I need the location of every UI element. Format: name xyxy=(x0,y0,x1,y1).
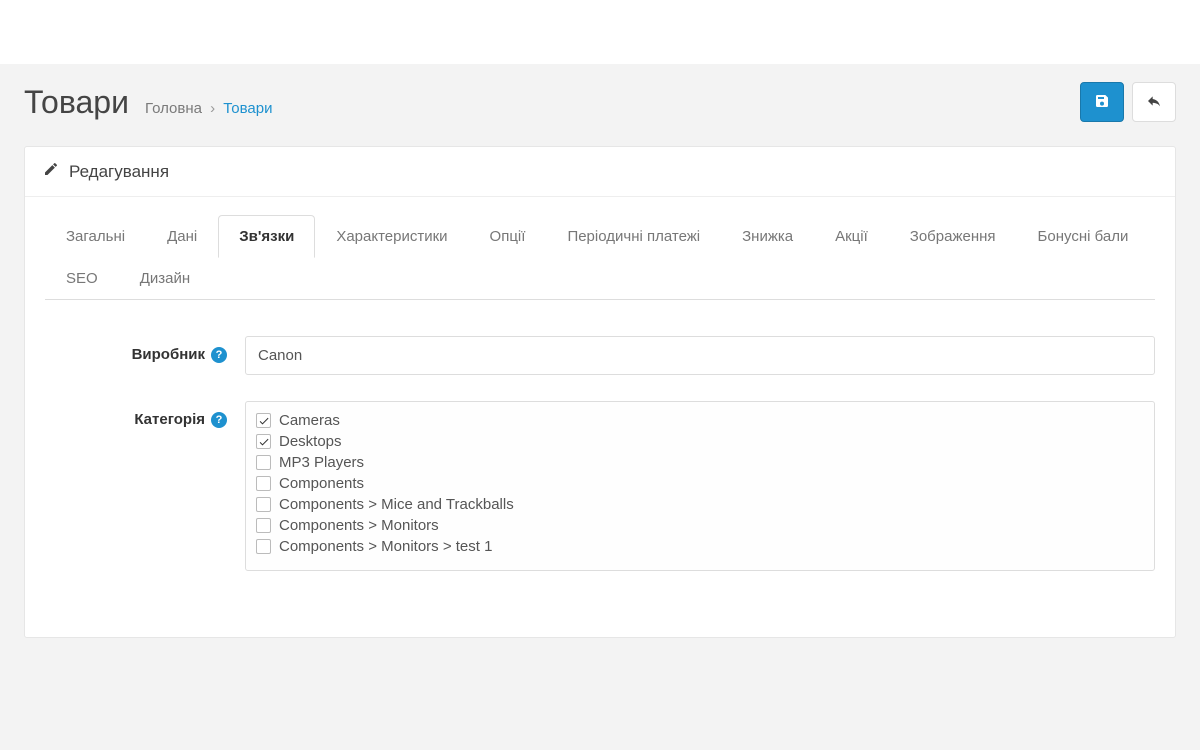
tab-6[interactable]: Знижка xyxy=(721,215,814,258)
manufacturer-label: Виробник ? xyxy=(45,336,245,363)
category-item[interactable]: MP3 Players xyxy=(256,452,1144,473)
checkbox-icon[interactable] xyxy=(256,413,271,428)
tab-0[interactable]: Загальні xyxy=(45,215,146,258)
tab-8[interactable]: Зображення xyxy=(889,215,1017,258)
checkbox-icon[interactable] xyxy=(256,455,271,470)
category-item[interactable]: Components > Monitors > test 1 xyxy=(256,536,1144,557)
category-item-label: Desktops xyxy=(279,433,342,450)
edit-panel: Редагування ЗагальніДаніЗв'язкиХарактери… xyxy=(24,146,1176,638)
help-icon[interactable]: ? xyxy=(211,347,227,363)
manufacturer-row: Виробник ? xyxy=(45,336,1155,375)
category-control: Cameras Desktops MP3 Players Components Comp… xyxy=(245,401,1155,571)
manufacturer-control xyxy=(245,336,1155,375)
breadcrumb-current[interactable]: Товари xyxy=(223,100,272,117)
panel-body: ЗагальніДаніЗв'язкиХарактеристикиОпціїПе… xyxy=(25,197,1175,637)
reply-arrow-icon xyxy=(1146,93,1162,112)
tab-5[interactable]: Періодичні платежі xyxy=(546,215,721,258)
top-spacer xyxy=(0,0,1200,64)
category-item-label: Cameras xyxy=(279,412,340,429)
manufacturer-label-text: Виробник xyxy=(132,346,205,363)
save-button[interactable] xyxy=(1080,82,1124,122)
category-list[interactable]: Cameras Desktops MP3 Players Components Comp… xyxy=(245,401,1155,571)
breadcrumb-separator: › xyxy=(210,100,215,117)
tab-9[interactable]: Бонусні бали xyxy=(1017,215,1150,258)
category-row: Категорія ? Cameras Desktops MP3 Players Co… xyxy=(45,401,1155,571)
category-label: Категорія ? xyxy=(45,401,245,428)
category-item[interactable]: Components > Monitors xyxy=(256,515,1144,536)
category-item-label: Components > Monitors xyxy=(279,517,439,534)
tab-1[interactable]: Дані xyxy=(146,215,218,258)
page-title: Товари xyxy=(24,84,129,121)
checkbox-icon[interactable] xyxy=(256,434,271,449)
tab-11[interactable]: Дизайн xyxy=(119,257,211,300)
back-button[interactable] xyxy=(1132,82,1176,122)
category-item-label: Components > Mice and Trackballs xyxy=(279,496,514,513)
header-actions xyxy=(1080,82,1176,122)
pencil-icon xyxy=(43,161,59,182)
help-icon[interactable]: ? xyxy=(211,412,227,428)
category-item-label: Components > Monitors > test 1 xyxy=(279,538,492,555)
tab-3[interactable]: Характеристики xyxy=(315,215,468,258)
breadcrumb: Головна › Товари xyxy=(145,100,273,117)
tabs: ЗагальніДаніЗв'язкиХарактеристикиОпціїПе… xyxy=(45,215,1155,300)
manufacturer-input[interactable] xyxy=(245,336,1155,375)
page-header: Товари Головна › Товари xyxy=(0,64,1200,146)
category-item[interactable]: Components > Mice and Trackballs xyxy=(256,494,1144,515)
tab-7[interactable]: Акції xyxy=(814,215,889,258)
category-label-text: Категорія xyxy=(134,411,205,428)
checkbox-icon[interactable] xyxy=(256,497,271,512)
tab-10[interactable]: SEO xyxy=(45,257,119,300)
checkbox-icon[interactable] xyxy=(256,518,271,533)
header-left: Товари Головна › Товари xyxy=(24,84,273,121)
checkbox-icon[interactable] xyxy=(256,476,271,491)
category-item[interactable]: Components xyxy=(256,473,1144,494)
checkbox-icon[interactable] xyxy=(256,539,271,554)
category-item[interactable]: Desktops xyxy=(256,431,1144,452)
panel-heading: Редагування xyxy=(25,147,1175,197)
panel-heading-text: Редагування xyxy=(69,162,169,182)
category-item-label: Components xyxy=(279,475,364,492)
tab-2[interactable]: Зв'язки xyxy=(218,215,315,258)
tab-4[interactable]: Опції xyxy=(469,215,547,258)
category-item-label: MP3 Players xyxy=(279,454,364,471)
save-icon xyxy=(1094,93,1110,112)
breadcrumb-home[interactable]: Головна xyxy=(145,100,202,117)
category-item[interactable]: Cameras xyxy=(256,410,1144,431)
